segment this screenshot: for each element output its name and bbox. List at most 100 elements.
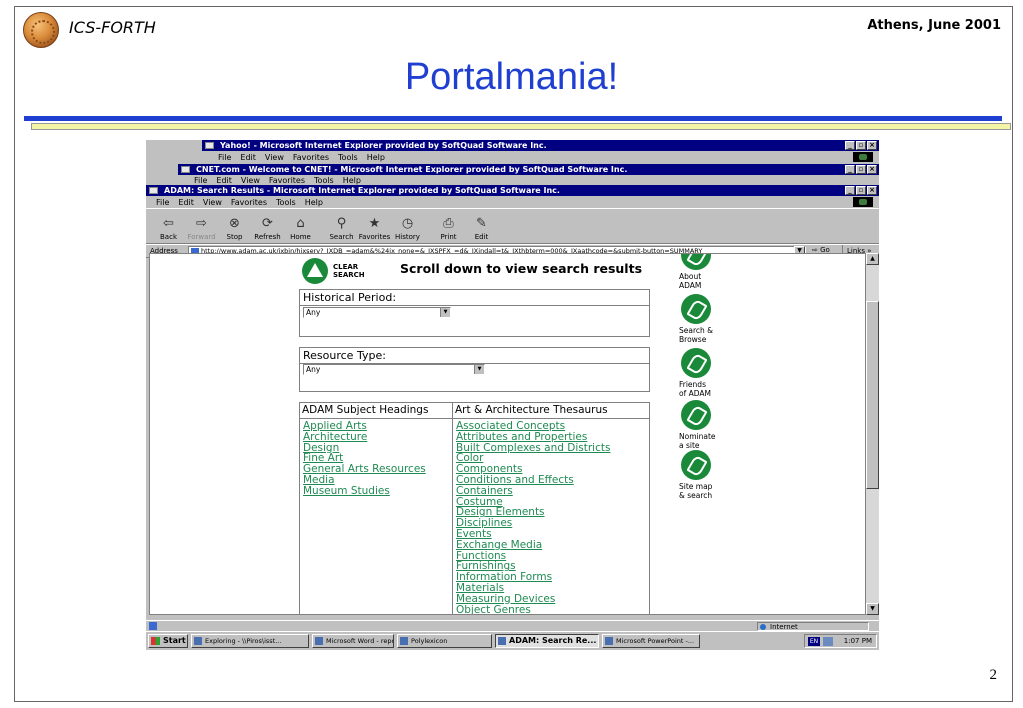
restore-button[interactable]: ▫ <box>856 186 866 195</box>
close-button[interactable]: × <box>867 141 877 150</box>
language-indicator[interactable]: EN <box>808 637 820 646</box>
edit-label: Edit <box>474 233 489 241</box>
thesaurus-link[interactable]: Measuring Devices <box>456 593 649 605</box>
menu-favorites[interactable]: Favorites <box>269 176 305 185</box>
thesaurus-link[interactable]: Object Genres <box>456 604 649 614</box>
menu-file[interactable]: File <box>194 176 207 185</box>
menu-favorites[interactable]: Favorites <box>293 153 329 162</box>
minimize-button[interactable]: _ <box>845 141 855 150</box>
history-label: History <box>395 233 420 241</box>
side-nav-about[interactable]: About ADAM <box>679 254 739 290</box>
adam-window[interactable]: ADAM: Search Results - Microsoft Interne… <box>146 185 879 620</box>
clear-search-icon[interactable] <box>302 258 328 284</box>
historical-period-select[interactable]: Any ▼ <box>303 307 451 318</box>
menu-edit[interactable]: Edit <box>216 176 232 185</box>
yahoo-window[interactable]: Yahoo! - Microsoft Internet Explorer pro… <box>202 140 879 167</box>
side-nav-nominate[interactable]: Nominate a site <box>679 400 739 450</box>
historical-period-label: Historical Period: <box>300 290 649 306</box>
print-button[interactable]: ⎙ Print <box>432 215 465 243</box>
stop-icon: ⊗ <box>229 216 240 231</box>
menu-tools[interactable]: Tools <box>314 176 334 185</box>
historical-period-box: Historical Period: Any ▼ <box>299 289 650 337</box>
menu-file[interactable]: File <box>218 153 231 162</box>
toolbar-separator <box>424 209 432 243</box>
adam-titlebar[interactable]: ADAM: Search Results - Microsoft Interne… <box>146 185 879 196</box>
back-label: Back <box>160 233 177 241</box>
taskbar-item-adam[interactable]: ADAM: Search Re... <box>495 634 599 648</box>
forward-button[interactable]: ⇨ Forward <box>185 215 218 243</box>
refresh-button[interactable]: ⟳ Refresh <box>251 215 284 243</box>
label-line: & search <box>679 491 713 500</box>
search-button[interactable]: ⚲ Search <box>325 215 358 243</box>
edit-button[interactable]: ✎ Edit <box>465 215 498 243</box>
menu-tools[interactable]: Tools <box>338 153 358 162</box>
historical-period-value: Any <box>306 308 321 317</box>
minimize-button[interactable]: _ <box>845 165 855 174</box>
side-nav-friends[interactable]: Friends of ADAM <box>679 348 739 398</box>
start-button[interactable]: Start <box>148 634 188 648</box>
security-zone: Internet <box>757 622 869 631</box>
printer-icon: ⎙ <box>443 216 454 231</box>
scroll-up-arrow[interactable]: ▲ <box>866 253 879 265</box>
side-nav-search-browse[interactable]: Search & Browse <box>679 294 739 344</box>
taskbar-item-exploring[interactable]: Exploring - \\Piros\isst... <box>191 634 309 648</box>
thesaurus-link[interactable]: Containers <box>456 485 649 497</box>
taskbar-item-powerpoint[interactable]: Microsoft PowerPoint -... <box>602 634 700 648</box>
resource-type-label: Resource Type: <box>300 348 649 364</box>
back-button[interactable]: ⇦ Back <box>152 215 185 243</box>
page-number: 2 <box>989 667 998 683</box>
menu-view[interactable]: View <box>265 153 284 162</box>
sitemap-globe-icon <box>681 450 711 480</box>
restore-button[interactable]: ▫ <box>856 165 866 174</box>
cnet-titlebar[interactable]: CNET.com - Welcome to CNET! - Microsoft … <box>178 164 879 175</box>
restore-button[interactable]: ▫ <box>856 141 866 150</box>
favorites-button[interactable]: ★ Favorites <box>358 215 391 243</box>
subject-link[interactable]: Architecture <box>303 431 452 443</box>
subject-headings-header: ADAM Subject Headings <box>300 403 452 419</box>
yahoo-title: Yahoo! - Microsoft Internet Explorer pro… <box>220 141 547 150</box>
home-icon: ⌂ <box>296 216 305 231</box>
home-button[interactable]: ⌂ Home <box>284 215 317 243</box>
label-line: Search & <box>679 326 713 335</box>
thesaurus-header: Art & Architecture Thesaurus <box>453 403 649 419</box>
scrollbar-thumb[interactable] <box>866 301 879 489</box>
taskbar-item-word[interactable]: Microsoft Word - repor... <box>312 634 394 648</box>
subject-table: ADAM Subject Headings Applied Arts Archi… <box>299 402 650 614</box>
scroll-down-arrow[interactable]: ▼ <box>866 603 879 615</box>
clear-search-button[interactable]: CLEAR SEARCH <box>333 263 365 279</box>
menu-view[interactable]: View <box>203 198 222 207</box>
dropdown-arrow-icon: ▼ <box>474 365 484 374</box>
subject-link[interactable]: Museum Studies <box>303 485 452 497</box>
favorites-icon: ★ <box>368 216 381 231</box>
menu-edit[interactable]: Edit <box>178 198 194 207</box>
thesaurus-link[interactable]: Built Complexes and Districts <box>456 442 649 454</box>
taskbar-item-polylexicon[interactable]: Polylexicon <box>397 634 492 648</box>
menu-help[interactable]: Help <box>305 198 323 207</box>
adam-title: ADAM: Search Results - Microsoft Interne… <box>164 186 560 195</box>
menu-help[interactable]: Help <box>343 176 361 185</box>
vertical-scrollbar[interactable]: ▲ ▼ <box>866 253 879 615</box>
cnet-window[interactable]: CNET.com - Welcome to CNET! - Microsoft … <box>178 164 879 186</box>
menu-help[interactable]: Help <box>367 153 385 162</box>
stop-button[interactable]: ⊗ Stop <box>218 215 251 243</box>
menu-file[interactable]: File <box>156 198 169 207</box>
menu-favorites[interactable]: Favorites <box>231 198 267 207</box>
thesaurus-link[interactable]: Exchange Media <box>456 539 649 551</box>
resource-type-select[interactable]: Any ▼ <box>303 364 485 375</box>
close-button[interactable]: × <box>867 165 877 174</box>
minimize-button[interactable]: _ <box>845 186 855 195</box>
page-status-icon <box>149 622 157 630</box>
history-button[interactable]: ◷ History <box>391 215 424 243</box>
network-tray-icon[interactable] <box>823 637 833 646</box>
side-nav-label: Friends of ADAM <box>679 380 739 398</box>
thesaurus-list: Associated Concepts Attributes and Prope… <box>453 419 649 614</box>
cnet-menubar: File Edit View Favorites Tools Help <box>178 175 879 185</box>
ie-page-icon <box>181 166 190 173</box>
yahoo-titlebar[interactable]: Yahoo! - Microsoft Internet Explorer pro… <box>202 140 879 151</box>
menu-tools[interactable]: Tools <box>276 198 296 207</box>
menu-edit[interactable]: Edit <box>240 153 256 162</box>
menu-view[interactable]: View <box>241 176 260 185</box>
close-button[interactable]: × <box>867 186 877 195</box>
side-nav-sitemap[interactable]: Site map & search <box>679 450 739 500</box>
thesaurus-link[interactable]: Attributes and Properties <box>456 431 649 443</box>
